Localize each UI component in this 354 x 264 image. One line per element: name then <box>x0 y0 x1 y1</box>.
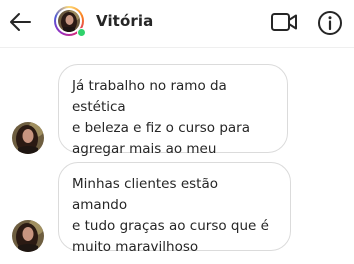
message-bubble[interactable]: Minhas clientes estão amando e tudo graç… <box>58 162 291 255</box>
video-camera-icon <box>271 13 297 31</box>
video-call-button[interactable] <box>268 9 300 35</box>
chat-header: Vitória <box>0 0 354 44</box>
contact-name[interactable]: Vitória <box>96 12 153 30</box>
arrow-left-icon <box>10 13 31 31</box>
sender-avatar[interactable] <box>12 220 44 252</box>
message-bubble[interactable]: Já trabalho no ramo da estética e beleza… <box>58 64 288 178</box>
info-circle-icon <box>318 11 342 35</box>
sender-avatar[interactable] <box>12 122 44 154</box>
info-button[interactable] <box>316 9 344 37</box>
back-button[interactable] <box>6 9 34 35</box>
header-divider <box>0 47 354 48</box>
online-status-dot <box>77 28 86 37</box>
